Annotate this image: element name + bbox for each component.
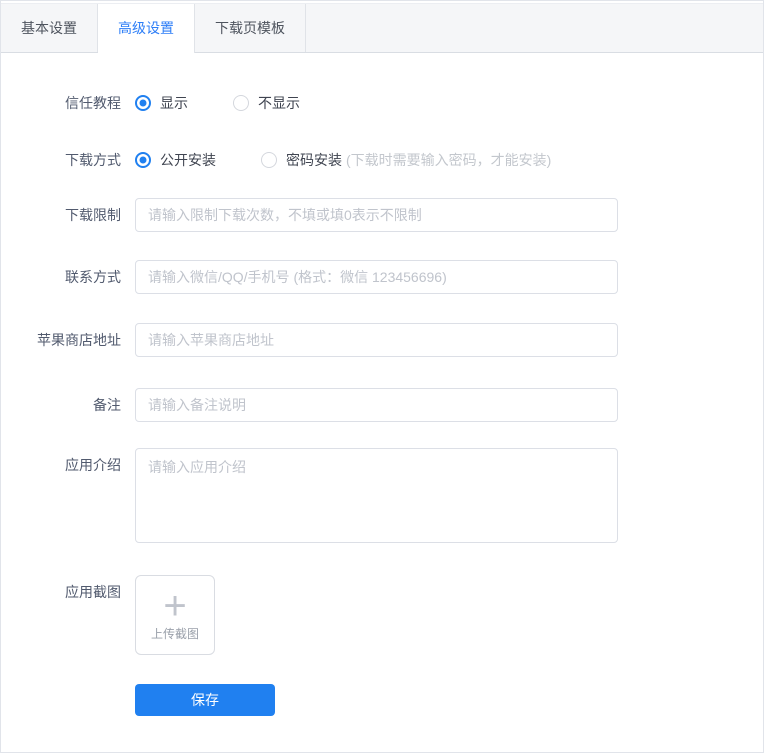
contact-row: 联系方式 xyxy=(1,260,763,294)
download-limit-row: 下载限制 xyxy=(1,198,763,232)
radio-hide[interactable]: 不显示 xyxy=(233,93,300,113)
remark-input[interactable] xyxy=(135,388,618,422)
apple-store-label: 苹果商店地址 xyxy=(37,332,121,348)
download-limit-input[interactable] xyxy=(135,198,618,232)
save-button[interactable]: 保存 xyxy=(135,684,275,716)
download-limit-label: 下载限制 xyxy=(65,207,121,223)
app-intro-textarea[interactable] xyxy=(135,448,618,543)
radio-password-install[interactable]: 密码安装 xyxy=(261,150,342,170)
app-intro-label: 应用介绍 xyxy=(65,457,121,473)
radio-public-install[interactable]: 公开安装 xyxy=(135,150,216,170)
remark-label: 备注 xyxy=(93,397,121,413)
settings-page: 基本设置 高级设置 下载页模板 信任教程 显示 不显示 下载方式 公开安装 密码… xyxy=(0,0,764,753)
download-method-row: 下载方式 公开安装 密码安装 (下载时需要输入密码，才能安装) xyxy=(1,150,763,170)
remark-row: 备注 xyxy=(1,388,763,422)
radio-unselected-icon[interactable] xyxy=(261,152,277,168)
app-screenshot-label: 应用截图 xyxy=(65,584,121,600)
radio-hide-label[interactable]: 不显示 xyxy=(258,93,300,113)
apple-store-input[interactable] xyxy=(135,323,618,357)
radio-selected-icon[interactable] xyxy=(135,152,151,168)
tab-bar: 基本设置 高级设置 下载页模板 xyxy=(1,3,763,53)
password-install-hint: (下载时需要输入密码，才能安装) xyxy=(346,152,552,168)
trust-tutorial-label: 信任教程 xyxy=(65,95,121,111)
contact-input[interactable] xyxy=(135,260,618,294)
advanced-settings-form: 信任教程 显示 不显示 下载方式 公开安装 密码安装 (下载时需要输入密码，才能… xyxy=(1,53,763,716)
app-screenshot-row: 应用截图 + 上传截图 xyxy=(1,575,763,655)
tab-advanced-settings[interactable]: 高级设置 xyxy=(98,4,195,53)
trust-tutorial-row: 信任教程 显示 不显示 xyxy=(1,93,763,113)
download-method-label: 下载方式 xyxy=(65,152,121,168)
plus-icon: + xyxy=(163,583,187,628)
tab-download-page-template[interactable]: 下载页模板 xyxy=(195,4,306,52)
save-row: 保存 xyxy=(1,684,763,716)
download-method-radio-group: 公开安装 密码安装 (下载时需要输入密码，才能安装) xyxy=(135,150,551,170)
radio-unselected-icon[interactable] xyxy=(233,95,249,111)
upload-screenshot-button[interactable]: + 上传截图 xyxy=(135,575,215,655)
trust-tutorial-radio-group: 显示 不显示 xyxy=(135,93,345,113)
tab-basic-settings[interactable]: 基本设置 xyxy=(1,4,98,52)
radio-selected-icon[interactable] xyxy=(135,95,151,111)
radio-public-install-label[interactable]: 公开安装 xyxy=(160,150,216,170)
radio-password-install-label[interactable]: 密码安装 xyxy=(286,150,342,170)
contact-label: 联系方式 xyxy=(65,269,121,285)
radio-show[interactable]: 显示 xyxy=(135,93,188,113)
apple-store-row: 苹果商店地址 xyxy=(1,323,763,357)
radio-show-label[interactable]: 显示 xyxy=(160,93,188,113)
app-intro-row: 应用介绍 xyxy=(1,448,763,543)
upload-screenshot-text: 上传截图 xyxy=(150,626,199,641)
